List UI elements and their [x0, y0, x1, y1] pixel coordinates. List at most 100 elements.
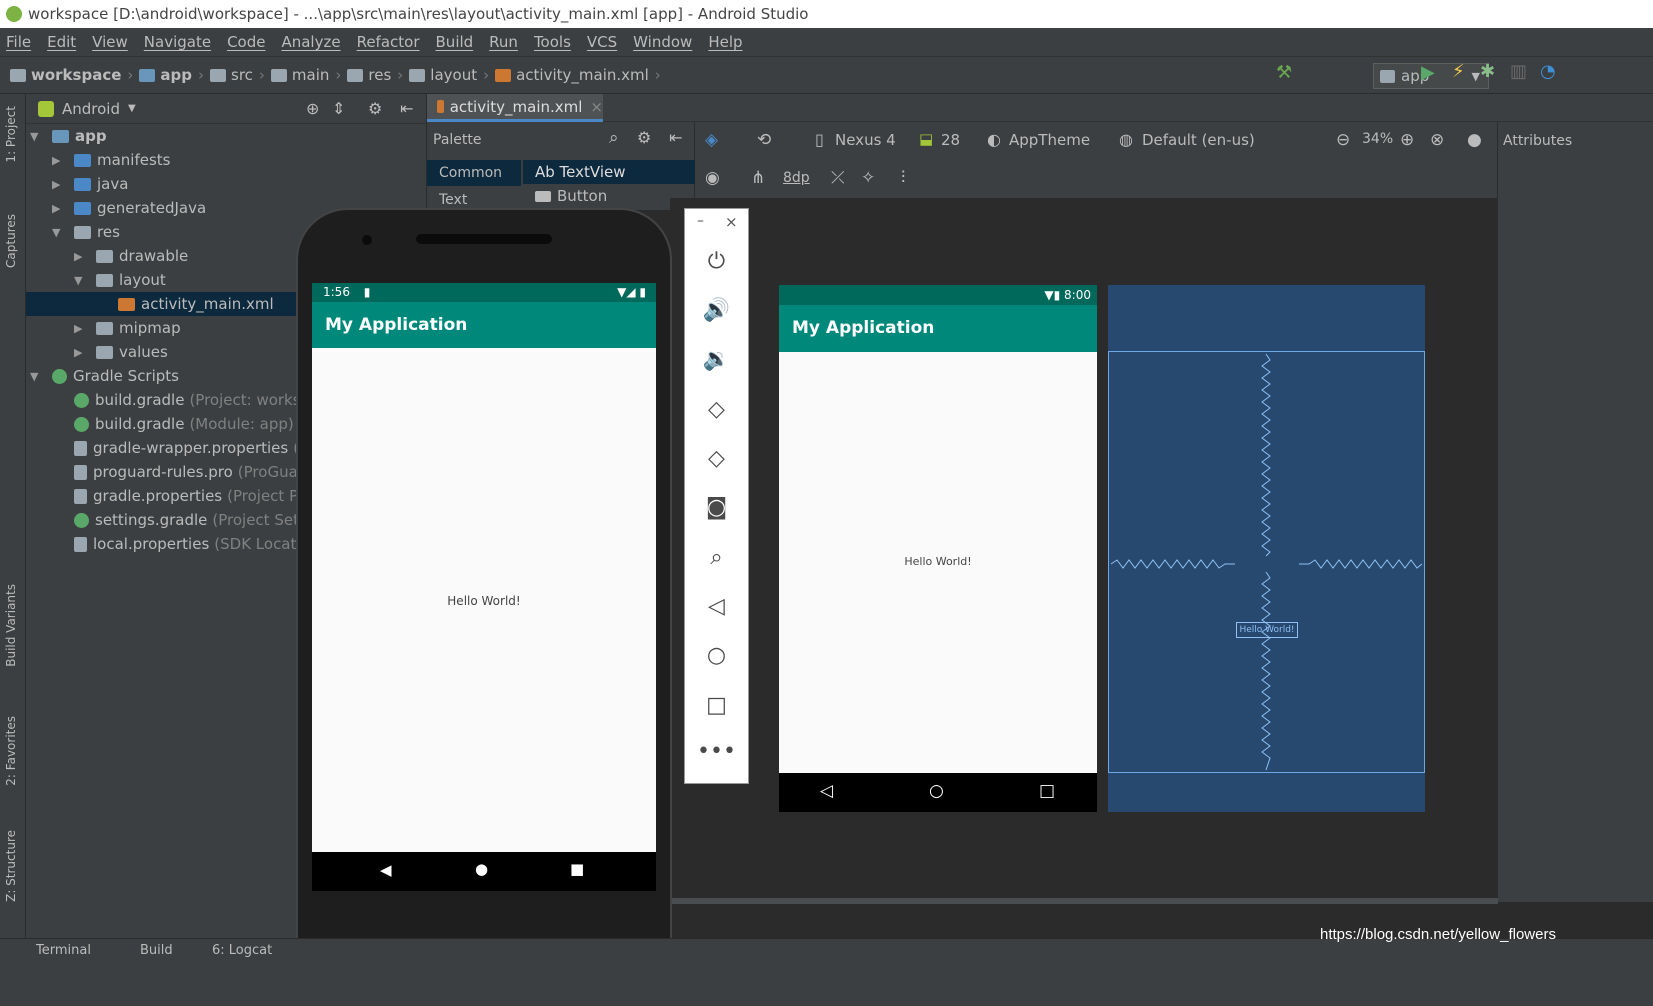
palette-item-textview[interactable]: Ab TextView [523, 160, 695, 184]
menu-analyze[interactable]: Analyze [281, 33, 340, 51]
magic-wand-icon[interactable]: ✧ [861, 168, 875, 188]
back-icon[interactable]: ◁ [685, 594, 748, 619]
layers-icon[interactable]: ◈ [705, 130, 718, 150]
design-hello-textview[interactable]: Hello World! [779, 555, 1097, 568]
volume-down-icon[interactable]: 🔉 [685, 347, 748, 372]
menu-refactor[interactable]: Refactor [357, 33, 420, 51]
breadcrumb-app[interactable]: app › [139, 66, 204, 84]
tree-item-java[interactable]: ▶ java [52, 172, 128, 196]
breadcrumb-main[interactable]: main › [270, 66, 341, 84]
tree-item-mipmap[interactable]: ▶ mipmap [74, 316, 181, 340]
zoom-icon[interactable]: ⌕ [685, 545, 748, 570]
tool-tab-structure[interactable]: Z: Structure [4, 830, 18, 902]
palette-category-text[interactable]: Text [439, 192, 467, 208]
tree-item-res[interactable]: ▼ res [52, 220, 120, 244]
tab-activity-main[interactable]: activity_main.xml × [427, 94, 603, 122]
locate-icon[interactable]: ⊕ [306, 99, 319, 118]
project-view-mode[interactable]: Android [62, 100, 120, 118]
tree-item-drawable[interactable]: ▶ drawable [74, 244, 188, 268]
blueprint-hello-textview[interactable]: Hello World! [1236, 622, 1298, 638]
tree-item-local-properties[interactable]: local.properties (SDK Locatio [74, 532, 310, 556]
horizontal-scrollbar[interactable] [672, 898, 1498, 904]
menu-build[interactable]: Build [436, 33, 474, 51]
tool-tab-favorites[interactable]: 2: Favorites [4, 716, 18, 786]
profile-icon[interactable]: ▥ [1510, 61, 1527, 82]
blueprint-preview[interactable]: Hello World! [1108, 285, 1425, 812]
rotate-left-icon[interactable]: ◇ [685, 397, 748, 422]
debug-icon[interactable]: ✱ [1480, 61, 1495, 82]
tree-item-gradle-wrapper[interactable]: gradle-wrapper.properties(G [74, 436, 311, 460]
tree-item-generatedjava[interactable]: ▶ generatedJava [52, 196, 206, 220]
search-icon[interactable]: ⌕ [609, 128, 619, 148]
chevron-down-icon[interactable]: ▼ [128, 103, 136, 114]
volume-up-icon[interactable]: 🔊 [685, 298, 748, 323]
align-icon[interactable]: ⫶ [901, 168, 905, 188]
more-icon[interactable]: ••• [685, 739, 748, 764]
orientation-icon[interactable]: ⟲ [757, 130, 771, 150]
home-icon[interactable]: ● [475, 860, 488, 878]
tree-item-settings-gradle[interactable]: settings.gradle (Project Settin [74, 508, 319, 532]
rotate-right-icon[interactable]: ◇ [685, 446, 748, 471]
terminal-tab[interactable]: Terminal [36, 943, 91, 958]
tree-item-gradle-properties[interactable]: gradle.properties (Project Pro [74, 484, 313, 508]
recents-icon[interactable]: ■ [570, 860, 584, 878]
menu-file[interactable]: File [6, 33, 31, 51]
emulator-screen[interactable]: 1:56 ▮ ▼◢ ▮ My Application Hello World! … [312, 283, 656, 891]
build-tab[interactable]: Build [140, 943, 173, 958]
breadcrumb-src[interactable]: src › [210, 66, 265, 84]
breadcrumb-res[interactable]: res › [347, 66, 403, 84]
tree-item-activity-main[interactable]: activity_main.xml [26, 292, 296, 316]
breadcrumb-layout[interactable]: layout › [409, 66, 489, 84]
home-icon[interactable]: ○ [685, 643, 748, 668]
back-icon[interactable]: ◀ [380, 861, 392, 879]
eye-icon[interactable]: ◉ [705, 168, 720, 188]
menu-window[interactable]: Window [633, 33, 692, 51]
tree-item-manifests[interactable]: ▶ manifests [52, 148, 171, 172]
menu-code[interactable]: Code [227, 33, 265, 51]
zoom-fit-icon[interactable]: ⊗ [1430, 130, 1444, 150]
menu-view[interactable]: View [92, 33, 128, 51]
tool-tab-captures[interactable]: Captures [4, 214, 18, 268]
tool-tab-project[interactable]: 1: Project [4, 106, 18, 163]
android-profiler-icon[interactable]: ◔ [1540, 61, 1556, 82]
tree-item-layout[interactable]: ▼ layout [74, 268, 166, 292]
menu-run[interactable]: Run [489, 33, 518, 51]
menu-edit[interactable]: Edit [47, 33, 76, 51]
clear-constraints-icon[interactable]: ⤫ [831, 168, 845, 188]
menu-tools[interactable]: Tools [534, 33, 571, 51]
palette-category-common[interactable]: Common [427, 160, 521, 186]
camera-icon[interactable]: ◙ [685, 495, 748, 520]
tree-item-proguard[interactable]: proguard-rules.pro (ProGuard [74, 460, 313, 484]
autoconnect-icon[interactable]: ⋔ [751, 168, 765, 188]
zoom-out-icon[interactable]: ⊖ [1336, 130, 1350, 150]
collapse-icon[interactable]: ⇕ [332, 99, 345, 118]
menu-help[interactable]: Help [708, 33, 742, 51]
api-level-select[interactable]: 28 [941, 131, 960, 149]
zoom-in-icon[interactable]: ⊕ [1400, 130, 1414, 150]
close-icon[interactable]: × [725, 213, 738, 231]
device-select[interactable]: Nexus 4 [835, 131, 896, 149]
menu-navigate[interactable]: Navigate [144, 33, 211, 51]
warnings-icon[interactable]: ● [1467, 130, 1482, 150]
tree-item-build-gradle-module[interactable]: build.gradle (Module: app) [74, 412, 294, 436]
tree-item-gradle-scripts[interactable]: ▼ Gradle Scripts [30, 364, 179, 388]
breadcrumb-activity-main[interactable]: activity_main.xml › [495, 66, 661, 84]
tree-item-app[interactable]: ▼ app [30, 124, 107, 148]
tool-tab-build-variants[interactable]: Build Variants [4, 584, 18, 667]
attributes-tab[interactable]: Attributes [1503, 133, 1572, 149]
default-margin-select[interactable]: 8dp [783, 170, 810, 186]
hammer-build-icon[interactable]: ⚒ [1276, 62, 1292, 83]
design-preview[interactable]: ▼▮ 8:00 My Application Hello World! ◁ ○ … [779, 285, 1097, 812]
breadcrumb-workspace[interactable]: workspace › [10, 66, 133, 84]
hide-icon[interactable]: ⇤ [669, 128, 682, 147]
power-icon[interactable]: ⏻ [685, 249, 748, 274]
tree-item-values[interactable]: ▶ values [74, 340, 168, 364]
theme-select[interactable]: AppTheme [1009, 131, 1090, 149]
run-icon[interactable]: ▶ [1421, 62, 1435, 83]
gear-icon[interactable]: ⚙ [368, 99, 382, 118]
gear-icon[interactable]: ⚙ [637, 128, 651, 147]
apply-changes-icon[interactable]: ⚡ [1452, 61, 1465, 82]
logcat-tab[interactable]: 6: Logcat [212, 943, 272, 958]
overview-icon[interactable]: □ [685, 693, 748, 718]
menu-vcs[interactable]: VCS [587, 33, 617, 51]
